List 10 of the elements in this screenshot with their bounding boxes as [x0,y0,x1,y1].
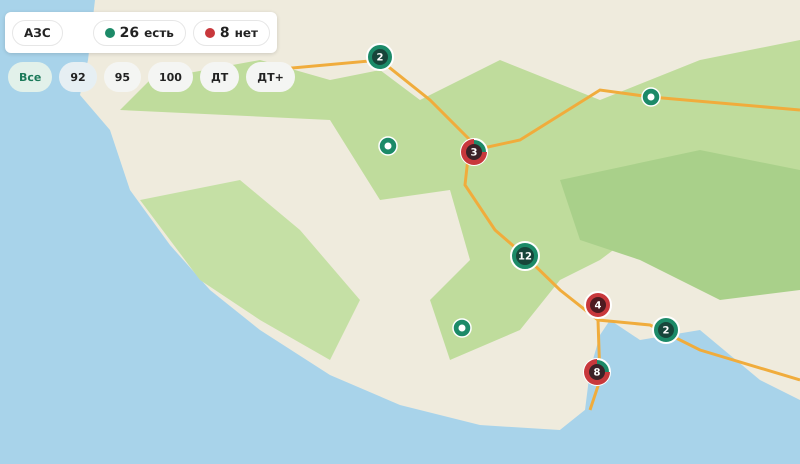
station-marker[interactable] [641,87,661,107]
station-type-chip[interactable]: АЗС [12,20,63,46]
station-cluster-marker[interactable]: 8 [583,358,611,386]
station-marker[interactable] [378,136,398,156]
station-cluster-marker[interactable]: 12 [510,241,540,271]
fuel-filter-chip[interactable]: Все [8,62,52,92]
fuel-filter-chip[interactable]: 92 [59,62,97,92]
available-chip[interactable]: 26 есть [92,20,186,46]
station-marker[interactable] [452,318,472,338]
unavailable-chip[interactable]: 8 нет [192,20,270,46]
